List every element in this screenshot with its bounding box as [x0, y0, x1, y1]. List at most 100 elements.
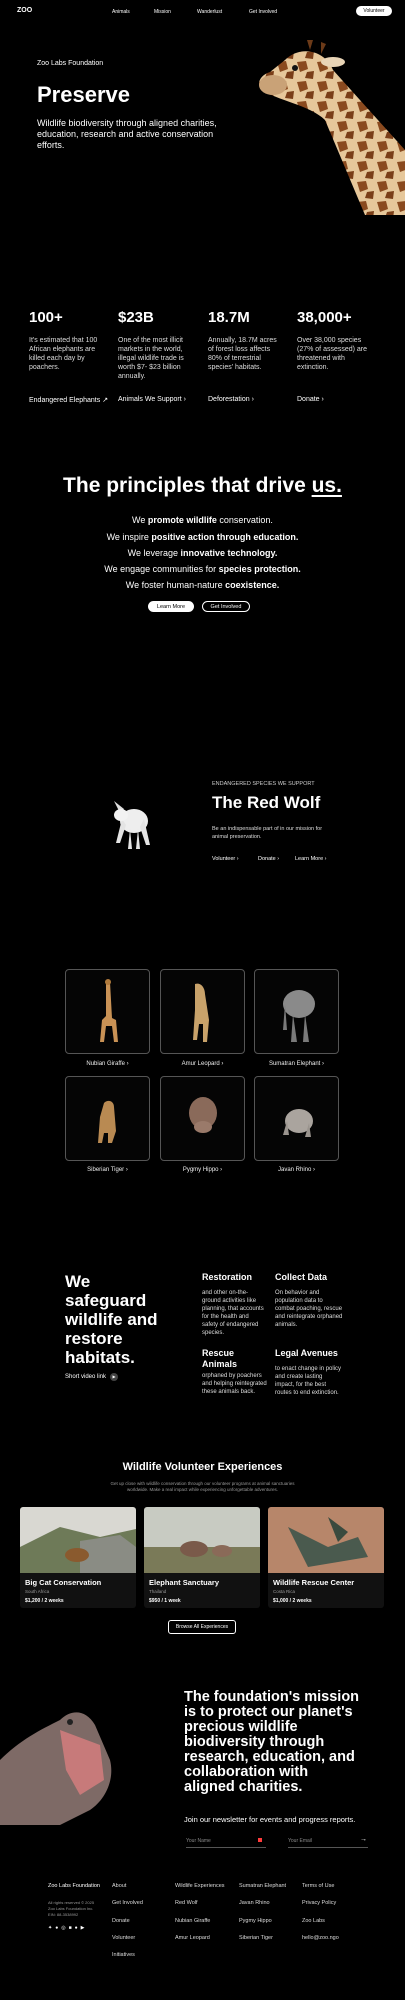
volunteer-button[interactable]: Volunteer: [356, 6, 392, 16]
animal-label[interactable]: Javan Rhino ›: [254, 1167, 339, 1173]
experience-title: Big Cat Conservation: [25, 1578, 102, 1587]
stat-number: $23B: [118, 309, 154, 326]
mission-text: The foundation's mission is to protect o…: [184, 1689, 360, 1795]
get-involved-button[interactable]: Get Involved: [202, 601, 250, 612]
stat-link-donate[interactable]: Donate ›: [297, 396, 324, 403]
animal-card-pygmy-hippo[interactable]: [160, 1076, 245, 1161]
logo[interactable]: ZOO: [17, 7, 32, 14]
lion-photo: [20, 1507, 136, 1573]
principle-line: We promote wildlife conservation.: [132, 515, 273, 525]
instagram-icon[interactable]: ◎: [61, 1925, 65, 1931]
newsletter-text: Join our newsletter for events and progr…: [184, 1815, 356, 1824]
principle-line: We foster human-nature coexistence.: [125, 580, 280, 590]
footer-link[interactable]: Amur Leopard: [175, 1935, 210, 1941]
volunteer-section-text: Get up close with wildlife conservation …: [110, 1481, 295, 1492]
footer-link[interactable]: Get Involved: [112, 1900, 143, 1906]
footer-link[interactable]: Terms of Use: [302, 1883, 334, 1889]
stat-number: 100+: [29, 309, 63, 326]
youtube-icon[interactable]: ▶: [81, 1925, 85, 1931]
nav-mission[interactable]: Mission: [154, 9, 171, 15]
footer-link[interactable]: About: [112, 1883, 126, 1889]
experience-price: $1,200 / 2 weeks: [25, 1598, 64, 1604]
hero-foundation-name: Zoo Labs Foundation: [37, 60, 104, 67]
animal-card-siberian-tiger[interactable]: [65, 1076, 150, 1161]
animal-card-nubian-giraffe[interactable]: [65, 969, 150, 1054]
footer-link[interactable]: Siberian Tiger: [239, 1935, 273, 1941]
featured-donate-link[interactable]: Donate ›: [258, 856, 279, 862]
stat-text: It's estimated that 100 African elephant…: [29, 337, 98, 371]
experience-card-elephant-sanctuary[interactable]: Elephant Sanctuary Thailand $950 / 1 wee…: [144, 1507, 260, 1608]
hero-title: Preserve: [37, 82, 130, 107]
animal-card-amur-leopard[interactable]: [160, 969, 245, 1054]
github-icon[interactable]: ●: [75, 1925, 78, 1931]
footer-link[interactable]: Red Wolf: [175, 1900, 198, 1906]
footer-link[interactable]: Volunteer: [112, 1935, 135, 1941]
stat-link-endangered-elephants[interactable]: Endangered Elephants ↗: [29, 396, 109, 405]
experience-price: $1,000 / 2 weeks: [273, 1598, 312, 1604]
stat-number: 18.7M: [208, 309, 250, 326]
leopard-figure: [193, 983, 209, 1042]
nav-animals[interactable]: Animals: [112, 9, 130, 15]
arrow-icon: ›: [321, 396, 324, 403]
featured-volunteer-link[interactable]: Volunteer ›: [212, 856, 239, 862]
featured-learn-more-link[interactable]: Learn More ›: [295, 856, 327, 862]
arrow-icon: ›: [236, 856, 239, 862]
principles-title: The principles that drive us.: [63, 474, 342, 497]
footer-name: Zoo Labs Foundation: [48, 1883, 100, 1889]
animal-label[interactable]: Nubian Giraffe ›: [65, 1061, 150, 1067]
rhino-figure: [283, 1109, 313, 1137]
experience-card-big-cat[interactable]: Big Cat Conservation South Africa $1,200…: [20, 1507, 136, 1608]
arrow-icon: ↗: [102, 397, 109, 404]
footer-link[interactable]: Privacy Policy: [302, 1900, 336, 1906]
principle-line: We engage communities for species protec…: [104, 564, 301, 574]
animal-label[interactable]: Sumatran Elephant ›: [254, 1061, 339, 1067]
arrow-icon: ›: [220, 1167, 223, 1173]
name-input[interactable]: Your Name: [186, 1838, 266, 1848]
animal-card-javan-rhino[interactable]: [254, 1076, 339, 1161]
arrow-icon: ›: [126, 1061, 129, 1067]
nav-get-involved[interactable]: Get Involved: [249, 9, 277, 15]
experience-location: Costa Rica: [273, 1589, 296, 1594]
elephant-figure: [283, 990, 315, 1042]
safeguard-title: We safeguard wildlife and restore habita…: [65, 1272, 158, 1367]
required-marker-icon: [258, 1838, 262, 1842]
footer-link[interactable]: Initiatives: [112, 1952, 135, 1958]
footer-link[interactable]: hello@zoo.ngo: [302, 1935, 339, 1941]
nav-wanderlust[interactable]: Wanderlust: [197, 9, 222, 15]
email-input[interactable]: Your Email: [288, 1838, 368, 1848]
footer-link[interactable]: Zoo Labs: [302, 1918, 325, 1924]
twitter-icon[interactable]: ✦: [48, 1925, 52, 1931]
footer-link[interactable]: Pygmy Hippo: [239, 1918, 272, 1924]
experience-card-wildlife-rescue[interactable]: Wildlife Rescue Center Costa Rica $1,000…: [268, 1507, 384, 1608]
linkedin-icon[interactable]: ■: [69, 1925, 72, 1931]
footer-legal: All rights reserved © 2025: [48, 1900, 95, 1905]
footer-link[interactable]: Javan Rhino: [239, 1900, 270, 1906]
footer-legal: EIN: 88-3538992: [48, 1912, 79, 1917]
animal-label[interactable]: Siberian Tiger ›: [65, 1167, 150, 1173]
social-icons: ✦ ● ◎ ■ ● ▶: [48, 1925, 85, 1931]
learn-more-button[interactable]: Learn More: [148, 601, 194, 612]
featured-eyebrow: ENDANGERED SPECIES WE SUPPORT: [212, 781, 315, 787]
submit-arrow-button[interactable]: →: [360, 1836, 367, 1843]
discord-icon[interactable]: ●: [55, 1925, 58, 1931]
stat-text: Over 38,000 species (27% of assessed) ar…: [297, 337, 368, 371]
footer-link[interactable]: Wildlife Experiences: [175, 1883, 225, 1889]
principle-line: We inspire positive action through educa…: [106, 532, 299, 542]
animal-card-sumatran-elephant[interactable]: [254, 969, 339, 1054]
stat-link-deforestation[interactable]: Deforestation ›: [208, 396, 254, 403]
featured-text: Be an indispensable part of in our missi…: [212, 826, 323, 840]
animal-label[interactable]: Pygmy Hippo ›: [160, 1167, 245, 1173]
featured-title: The Red Wolf: [212, 793, 321, 812]
footer-link[interactable]: Sumatran Elephant: [239, 1883, 286, 1889]
browse-experiences-button[interactable]: Browse All Experiences: [168, 1620, 236, 1634]
arrow-icon: ›: [313, 1167, 316, 1173]
feature-rescue-text: orphaned by poachers and helping reinteg…: [202, 1373, 267, 1395]
footer-link[interactable]: Donate: [112, 1918, 130, 1924]
video-link[interactable]: Short video link ▶: [65, 1373, 119, 1381]
giraffe-image: [259, 40, 405, 215]
giraffe-figure: [100, 979, 118, 1042]
animal-label[interactable]: Amur Leopard ›: [160, 1061, 245, 1067]
footer-link[interactable]: Nubian Giraffe: [175, 1918, 210, 1924]
arrow-icon: ›: [277, 856, 280, 862]
stat-link-animals-we-support[interactable]: Animals We Support ›: [118, 396, 186, 403]
